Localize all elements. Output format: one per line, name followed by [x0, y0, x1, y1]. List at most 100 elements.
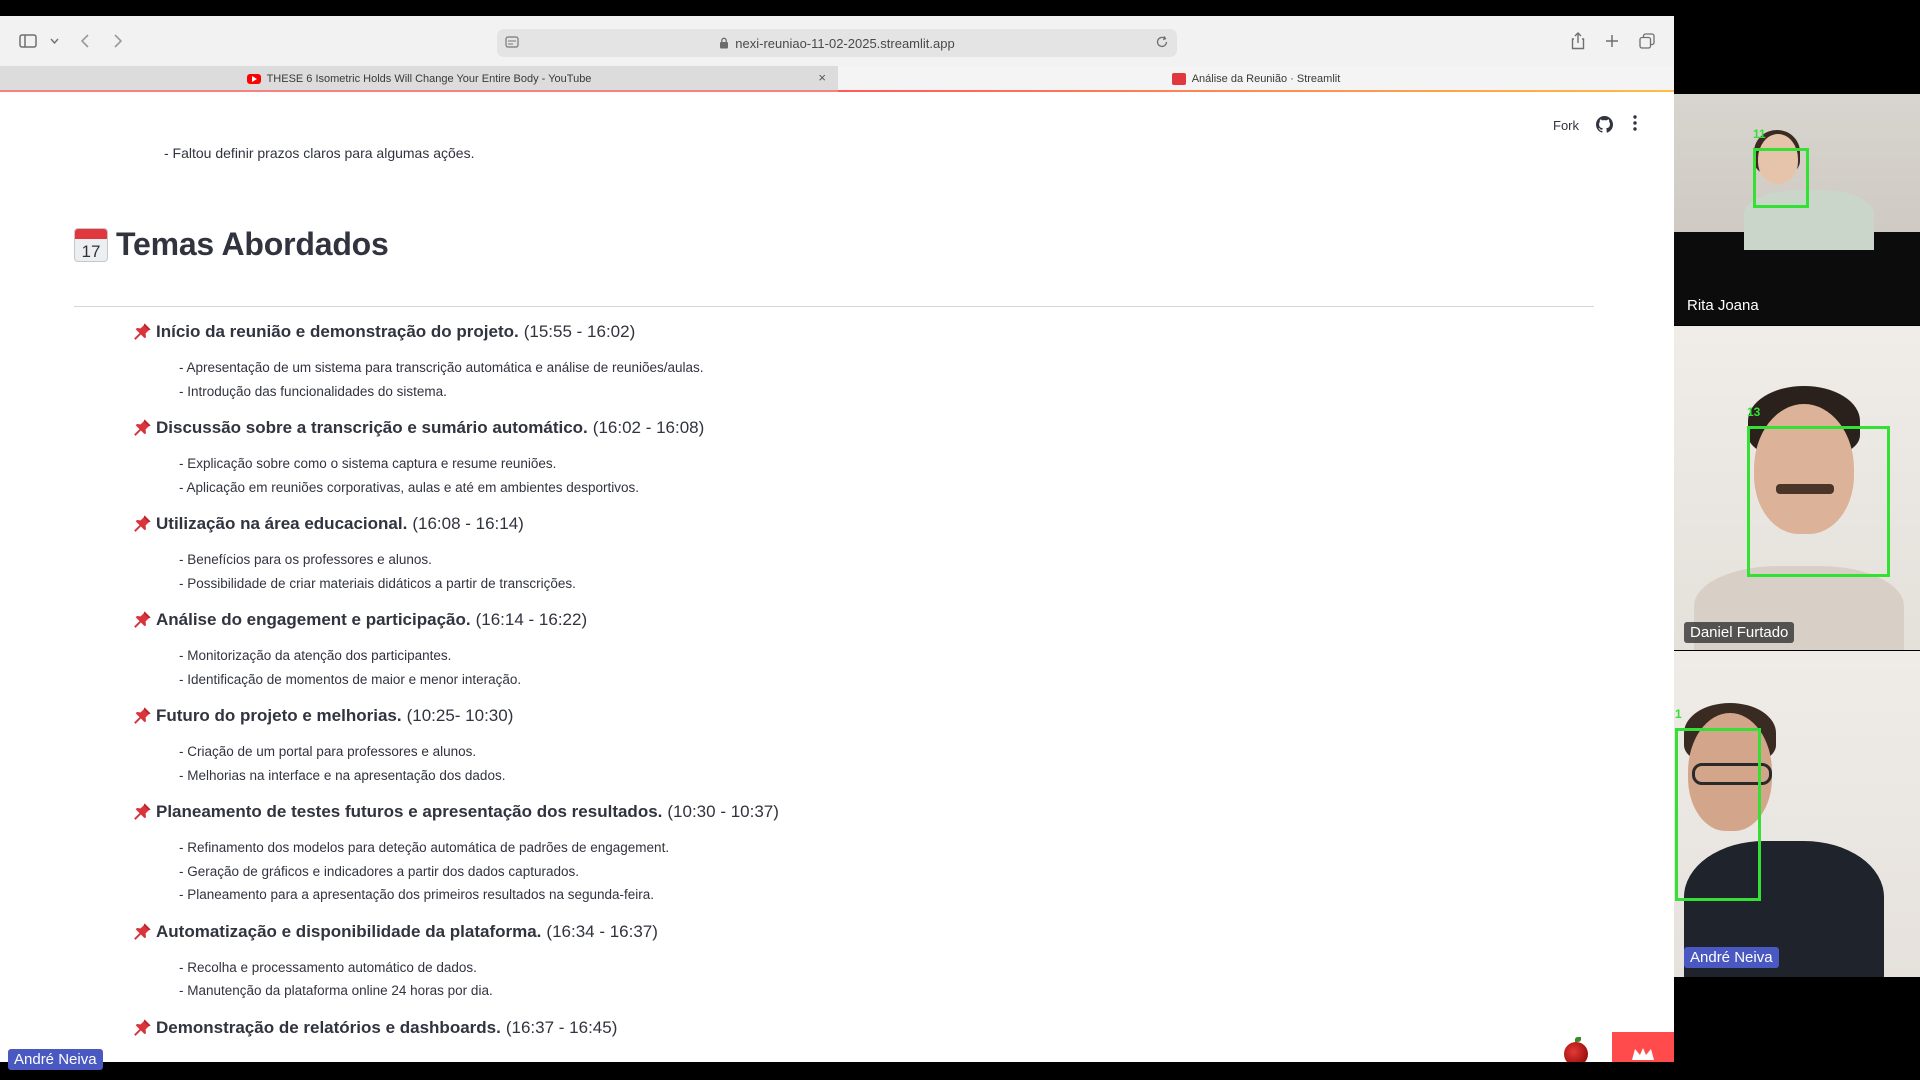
pushpin-icon: [132, 802, 152, 822]
participant-tile-active-speaker[interactable]: 1 André Neiva: [1674, 651, 1920, 977]
topic-bullets: - Refinamento dos modelos para deteção a…: [179, 836, 1532, 907]
participant-tile[interactable]: 13 Daniel Furtado: [1674, 326, 1920, 650]
bullet-item: - Explicação sobre como o sistema captur…: [179, 456, 557, 471]
presenter-name-tag: André Neiva: [8, 1049, 103, 1070]
participant-video: 11: [1674, 94, 1920, 250]
topic-item: Futuro do projeto e melhorias. (10:25- 10…: [132, 704, 1532, 787]
topic-heading: Utilização na área educacional.: [156, 514, 408, 533]
bullet-item: - Benefícios para os professores e aluno…: [179, 552, 432, 567]
topic-item: Automatização e disponibilidade da plata…: [132, 920, 1532, 1003]
lock-icon: [719, 37, 729, 49]
shared-screen: nexi-reuniao-11-02-2025.streamlit.app TH…: [0, 16, 1674, 1062]
sidebar-toggle-icon[interactable]: [18, 30, 38, 52]
section-heading: 17 Temas Abordados: [74, 226, 389, 263]
topics-list: Início da reunião e demonstração do proj…: [132, 320, 1532, 1053]
bullet-item: - Criação de um portal para professores …: [179, 744, 477, 759]
bullet-item: - Introdução das funcionalidades do sist…: [179, 383, 447, 399]
tab-youtube[interactable]: THESE 6 Isometric Holds Will Change Your…: [0, 66, 838, 92]
streamlit-logo-button[interactable]: [1612, 1032, 1674, 1062]
github-icon[interactable]: [1596, 116, 1614, 138]
topic-title: Automatização e disponibilidade da plata…: [132, 920, 1532, 944]
topic-heading: Automatização e disponibilidade da plata…: [156, 921, 542, 941]
page-title: Temas Abordados: [116, 226, 389, 262]
youtube-icon: [246, 74, 261, 84]
previous-summary-line: - Faltou definir prazos claros para algu…: [164, 145, 475, 161]
topic-time-range: (16:14 - 16:22): [475, 610, 588, 629]
bullet-item: - Aplicação em reuniões corporativas, au…: [179, 479, 639, 495]
participant-tile[interactable]: 11 Rita Joana: [1674, 94, 1920, 325]
topic-bullets: - Recolha e processamento automático de …: [179, 956, 1532, 1003]
bullet-item: - Refinamento dos modelos para deteção a…: [179, 840, 670, 855]
topic-title: Utilização na área educacional. (16:08 - …: [132, 512, 1532, 536]
topic-heading: Demonstração de relatórios e dashboards.: [156, 1017, 501, 1037]
url-text: nexi-reuniao-11-02-2025.streamlit.app: [735, 35, 955, 51]
topic-heading: Planeamento de testes futuros e apresent…: [156, 802, 663, 821]
topic-bullets: - Apresentação de um sistema para transc…: [179, 356, 1532, 403]
new-tab-icon[interactable]: [1602, 30, 1622, 52]
participant-name: Daniel Furtado: [1684, 622, 1795, 643]
topic-heading: Análise do engagement e participação.: [156, 610, 471, 629]
pushpin-icon: [132, 610, 152, 630]
topic-title: Discussão sobre a transcrição e sumário …: [132, 416, 1532, 440]
topic-time-range: (16:02 - 16:08): [592, 418, 705, 437]
topic-title: Início da reunião e demonstração do proj…: [132, 320, 1532, 344]
streamlit-page: Fork - Faltou definir prazos claros para…: [0, 92, 1674, 1062]
bullet-item: - Monitorização da atenção dos participa…: [179, 648, 452, 663]
topic-time-range: (10:30 - 10:37): [667, 802, 779, 821]
streamlit-icon: [1171, 73, 1186, 85]
topic-item: Planeamento de testes futuros e apresent…: [132, 800, 1532, 907]
topic-title: Planeamento de testes futuros e apresent…: [132, 800, 1532, 824]
topic-title: Análise do engagement e participação. (16…: [132, 608, 1532, 632]
page-settings-icon[interactable]: [505, 35, 519, 52]
topic-bullets: - Criação de um portal para professores …: [179, 740, 1532, 787]
chevron-down-icon[interactable]: [48, 30, 60, 52]
topic-time-range: (16:34 - 16:37): [546, 921, 658, 941]
reload-icon[interactable]: [1155, 35, 1169, 52]
participant-name: André Neiva: [1684, 947, 1779, 968]
back-icon[interactable]: [78, 30, 92, 52]
topic-time-range: (16:08 - 16:14): [412, 514, 524, 533]
topic-bullets: - Explicação sobre como o sistema captur…: [179, 452, 1532, 499]
participant-name: Rita Joana: [1687, 297, 1759, 314]
topic-item: Demonstração de relatórios e dashboards.…: [132, 1016, 1532, 1040]
topic-heading: Futuro do projeto e melhorias.: [156, 706, 402, 725]
topic-bullets: - Benefícios para os professores e aluno…: [179, 548, 1532, 595]
tab-streamlit[interactable]: Análise da Reunião · Streamlit: [838, 66, 1674, 92]
calendar-icon: 17: [74, 227, 108, 262]
share-icon[interactable]: [1568, 30, 1588, 52]
bullet-item: - Planeamento para a apresentação dos pr…: [179, 887, 655, 902]
topic-item: Utilização na área educacional. (16:08 - …: [132, 512, 1532, 595]
divider: [74, 306, 1594, 307]
pushpin-icon: [132, 1018, 152, 1038]
topic-time-range: (10:25- 10:30): [406, 706, 514, 725]
topic-heading: Início da reunião e demonstração do proj…: [156, 322, 519, 341]
tab-overview-icon[interactable]: [1637, 30, 1657, 52]
topic-bullets: - Monitorização da atenção dos participa…: [179, 644, 1532, 691]
pushpin-icon: [132, 514, 152, 534]
topic-time-range: (16:37 - 16:45): [505, 1017, 618, 1037]
topic-item: Discussão sobre a transcrição e sumário …: [132, 416, 1532, 499]
bullet-item: - Possibilidade de criar materiais didát…: [179, 575, 576, 591]
address-bar[interactable]: nexi-reuniao-11-02-2025.streamlit.app: [497, 29, 1177, 57]
bullet-item: - Identificação de momentos de maior e m…: [179, 671, 522, 687]
topic-title: Futuro do projeto e melhorias. (10:25- 10…: [132, 704, 1532, 728]
topic-item: Início da reunião e demonstração do proj…: [132, 320, 1532, 403]
browser-toolbar: nexi-reuniao-11-02-2025.streamlit.app: [0, 16, 1674, 66]
bullet-item: - Manutenção da plataforma online 24 hor…: [179, 983, 493, 998]
topic-time-range: (15:55 - 16:02): [523, 322, 636, 341]
more-vertical-icon[interactable]: [1632, 114, 1638, 137]
topic-heading: Discussão sobre a transcrição e sumário …: [156, 418, 588, 437]
bullet-item: - Apresentação de um sistema para transc…: [179, 360, 704, 375]
tab-bar: THESE 6 Isometric Holds Will Change Your…: [0, 66, 1674, 92]
forward-icon[interactable]: [111, 30, 125, 52]
close-tab-icon[interactable]: ×: [818, 70, 826, 85]
topic-title: Demonstração de relatórios e dashboards.…: [132, 1016, 1532, 1040]
pushpin-icon: [132, 322, 152, 342]
bullet-item: - Recolha e processamento automático de …: [179, 959, 477, 975]
bullet-item: - Melhorias na interface e na apresentaç…: [179, 767, 506, 783]
fork-button[interactable]: Fork: [1553, 118, 1579, 133]
topic-item: Análise do engagement e participação. (16…: [132, 608, 1532, 691]
apple-icon: [1564, 1037, 1588, 1062]
tab-title: THESE 6 Isometric Holds Will Change Your…: [266, 73, 592, 85]
pushpin-icon: [132, 922, 152, 942]
